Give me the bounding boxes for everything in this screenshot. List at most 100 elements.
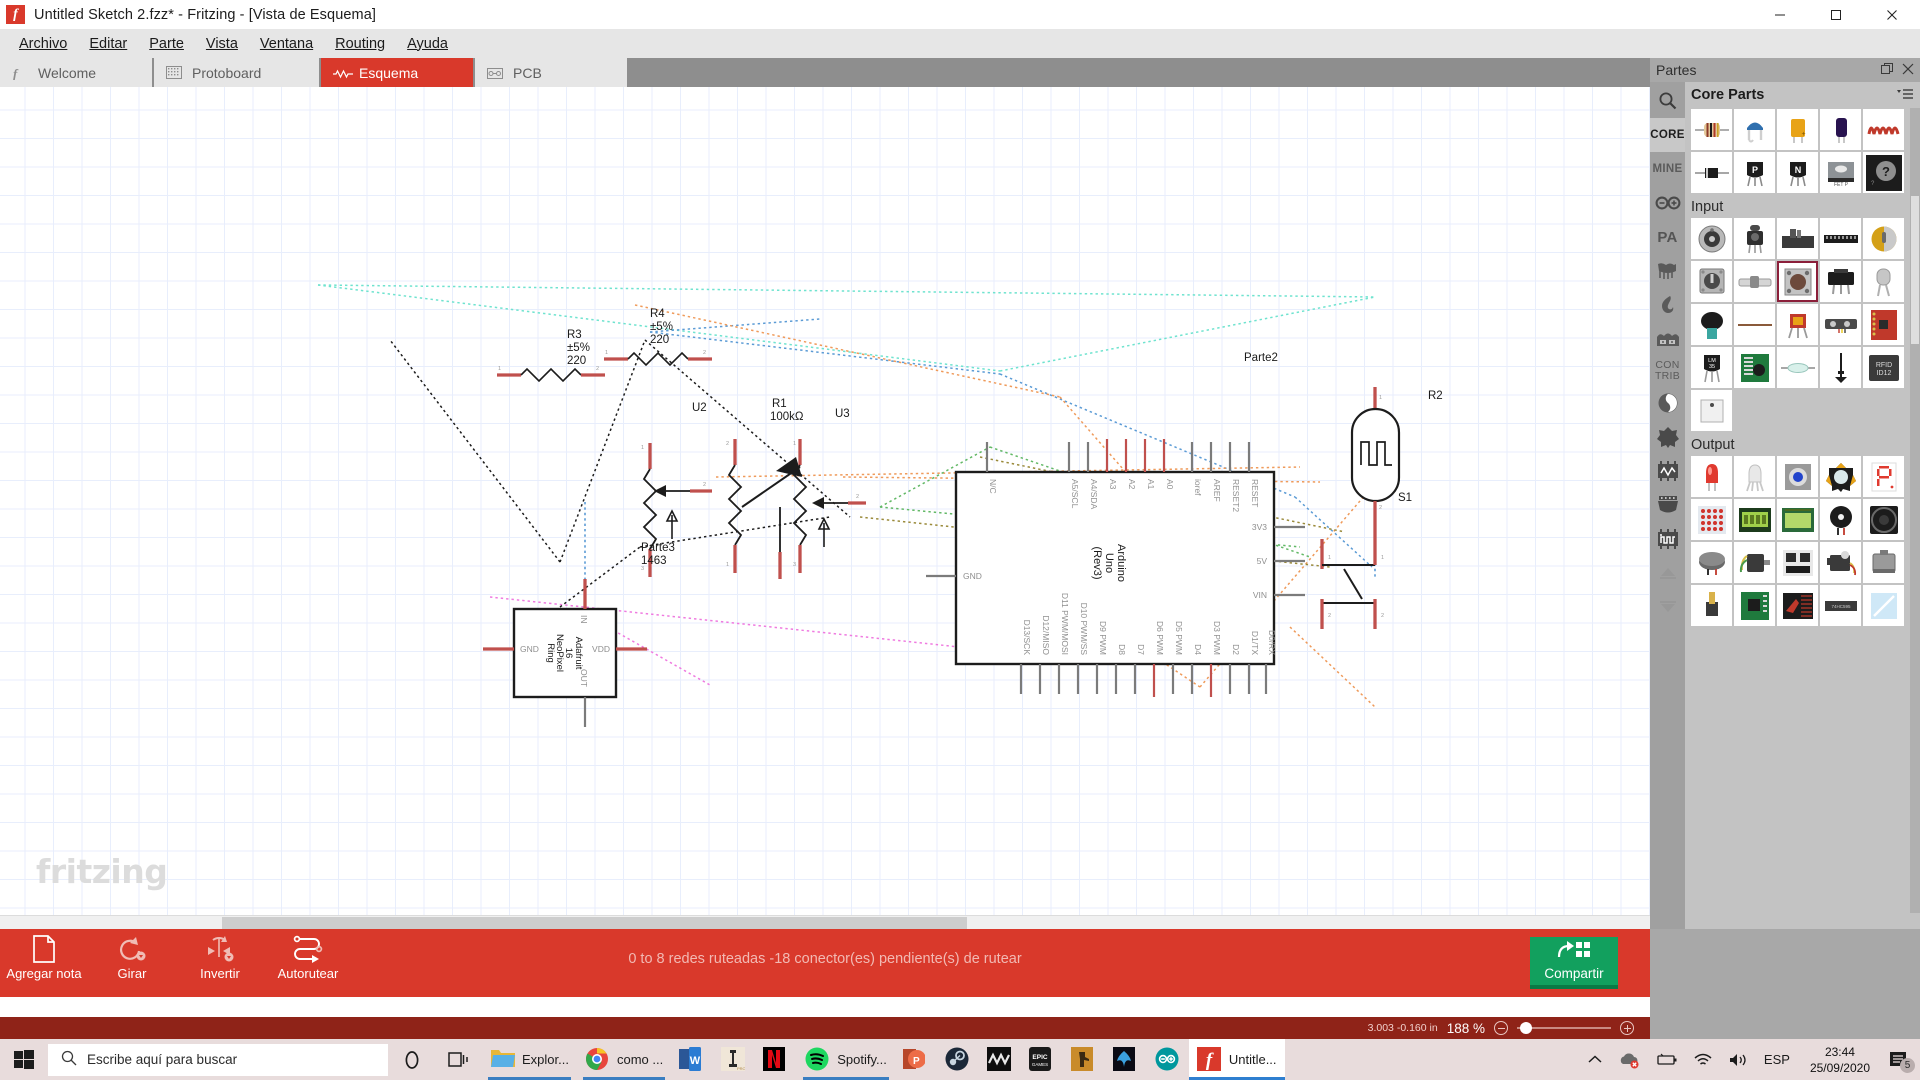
lm35-temperature-part[interactable]: LM 35 <box>1691 347 1732 388</box>
menu-parte[interactable]: Parte <box>138 33 195 55</box>
diode-part[interactable] <box>1691 152 1732 193</box>
taskbar-app-csgo[interactable] <box>1063 1039 1105 1080</box>
lcd-graphic-part[interactable] <box>1777 499 1818 540</box>
toggle-switch-part[interactable] <box>1820 261 1861 302</box>
share-button[interactable]: Compartir <box>1530 937 1618 989</box>
menu-editar[interactable]: Editar <box>78 33 138 55</box>
sidebar-tab-core[interactable]: CORE <box>1650 118 1685 152</box>
task-view-icon[interactable] <box>435 1039 482 1080</box>
resistor-part[interactable] <box>1691 109 1732 150</box>
sidebar-tab-mine[interactable]: MINE <box>1650 152 1685 186</box>
close-button[interactable] <box>1864 0 1920 29</box>
wifi-icon[interactable] <box>1686 1039 1720 1080</box>
taskbar-app-powerpoint[interactable]: P <box>895 1039 937 1080</box>
zoom-in-icon[interactable] <box>1620 1021 1634 1035</box>
zoom-slider-knob[interactable] <box>1520 1022 1532 1034</box>
mosfet-part[interactable]: FET P <box>1820 152 1861 193</box>
sensor-board-part[interactable] <box>1734 347 1775 388</box>
ic-wave-icon[interactable] <box>1650 454 1685 488</box>
reed-switch-part[interactable] <box>1777 347 1818 388</box>
lcd-character-part[interactable] <box>1734 499 1775 540</box>
led-star-part[interactable] <box>1820 456 1861 497</box>
taskbar-app-battlenet[interactable] <box>1105 1039 1147 1080</box>
slide-potentiometer-part[interactable] <box>1777 218 1818 259</box>
light-sensor-part[interactable] <box>1777 304 1818 345</box>
arduino-icon[interactable] <box>1650 186 1685 220</box>
servo-motor-part[interactable] <box>1820 542 1861 583</box>
led-matrix-part[interactable] <box>1691 499 1732 540</box>
taskbar-search-input[interactable]: Escribe aquí para buscar <box>48 1043 388 1076</box>
relay-board-part[interactable] <box>1777 585 1818 626</box>
pushbutton-part[interactable] <box>1777 261 1818 302</box>
white-led-part[interactable] <box>1734 456 1775 497</box>
piezo-buzzer-part[interactable] <box>1820 499 1861 540</box>
trimmer-potentiometer-part[interactable] <box>1734 218 1775 259</box>
parts-bin-scrollbar[interactable] <box>1910 108 1920 913</box>
zoom-slider[interactable] <box>1517 1022 1611 1034</box>
rotary-switch-part[interactable] <box>1691 261 1732 302</box>
rotary-encoder-part[interactable] <box>1863 218 1904 259</box>
menu-vista[interactable]: Vista <box>195 33 249 55</box>
tab-protoboard[interactable]: Protoboard <box>154 58 319 87</box>
tab-welcome[interactable]: f Welcome <box>0 58 152 87</box>
horizontal-scroll-thumb[interactable] <box>222 917 967 929</box>
schematic-canvas[interactable]: 1 2 R3 ±5% 220 1 2 R4 ±5% 220 1 2 3 Part… <box>0 87 1650 929</box>
taskbar-app-steam[interactable] <box>937 1039 979 1080</box>
blue-led-part[interactable] <box>1777 456 1818 497</box>
action-center-icon[interactable]: 5 <box>1882 1039 1916 1080</box>
seven-segment-display-part[interactable] <box>1863 456 1904 497</box>
accelerometer-breakout-part[interactable] <box>1863 304 1904 345</box>
taskbar-app-protools[interactable]: PRO <box>713 1039 755 1080</box>
ic-square-icon[interactable] <box>1650 522 1685 556</box>
flower-icon[interactable] <box>1650 420 1685 454</box>
bin-menu-icon[interactable] <box>1897 88 1914 103</box>
connector-icon[interactable] <box>1650 488 1685 522</box>
rotate-button[interactable]: Girar <box>88 935 176 981</box>
taskbar-app-epic-games[interactable]: EPIC GAMES <box>1021 1039 1063 1080</box>
menu-routing[interactable]: Routing <box>324 33 396 55</box>
stepper-motor-part[interactable] <box>1863 542 1904 583</box>
pnp-transistor-part[interactable]: P <box>1734 152 1775 193</box>
search-icon[interactable] <box>1650 84 1685 118</box>
taskbar-app-modern-warfare[interactable] <box>979 1039 1021 1080</box>
capacitor-part[interactable] <box>1820 109 1861 150</box>
canvas-horizontal-scrollbar[interactable] <box>0 915 1650 929</box>
taskbar-app-chrome[interactable]: como ... <box>577 1039 671 1080</box>
red-led-part[interactable] <box>1691 456 1732 497</box>
tilt-sensor-part[interactable] <box>1863 261 1904 302</box>
antenna-part[interactable] <box>1820 347 1861 388</box>
rfid-id12-part[interactable]: RFID ID12 <box>1863 347 1904 388</box>
maximize-button[interactable] <box>1808 0 1864 29</box>
taskbar-app-explorer[interactable]: Explor... <box>482 1039 577 1080</box>
electroluminescent-part[interactable] <box>1863 585 1904 626</box>
ceramic-capacitor-part[interactable] <box>1734 109 1775 150</box>
taskbar-app-word[interactable]: W <box>671 1039 713 1080</box>
parts-bin-scroll-area[interactable]: + P N FET P ? ? Input LM 35 RFID ID12 Ou… <box>1685 108 1910 913</box>
taskbar-app-arduino[interactable] <box>1147 1039 1189 1080</box>
tab-pcb[interactable]: PCB <box>475 58 627 87</box>
vibration-motor-part[interactable] <box>1691 542 1732 583</box>
taskbar-app-fritzing[interactable]: f Untitle... <box>1188 1039 1285 1080</box>
tab-esquema[interactable]: Esquema <box>321 58 473 87</box>
slide-switch-part[interactable] <box>1734 261 1775 302</box>
windows-start-icon[interactable] <box>0 1039 48 1080</box>
scroll-down-icon[interactable] <box>1650 590 1685 624</box>
menu-ventana[interactable]: Ventana <box>249 33 324 55</box>
distance-sensor-part[interactable] <box>1820 304 1861 345</box>
sidebar-tab-pa[interactable]: PA <box>1650 220 1685 254</box>
add-note-button[interactable]: Agregar nota <box>0 935 88 981</box>
motor-driver-part[interactable] <box>1777 542 1818 583</box>
dip-switch-part[interactable] <box>1820 218 1861 259</box>
parallax-icon[interactable] <box>1650 254 1685 288</box>
sidebar-tab-contrib[interactable]: CON TRIB <box>1650 356 1685 386</box>
parts-bin-scroll-thumb[interactable] <box>1911 196 1919 344</box>
onedrive-error-icon[interactable] <box>1610 1039 1648 1080</box>
dc-motor-part[interactable] <box>1734 542 1775 583</box>
solenoid-part[interactable] <box>1691 585 1732 626</box>
menu-archivo[interactable]: Archivo <box>8 33 78 55</box>
show-hidden-icons[interactable] <box>1580 1039 1610 1080</box>
flip-button[interactable]: Invertir <box>176 935 264 981</box>
zoom-out-icon[interactable] <box>1494 1021 1508 1035</box>
taskbar-clock[interactable]: 23:44 25/09/2020 <box>1798 1044 1882 1076</box>
close-icon[interactable] <box>1902 63 1914 78</box>
